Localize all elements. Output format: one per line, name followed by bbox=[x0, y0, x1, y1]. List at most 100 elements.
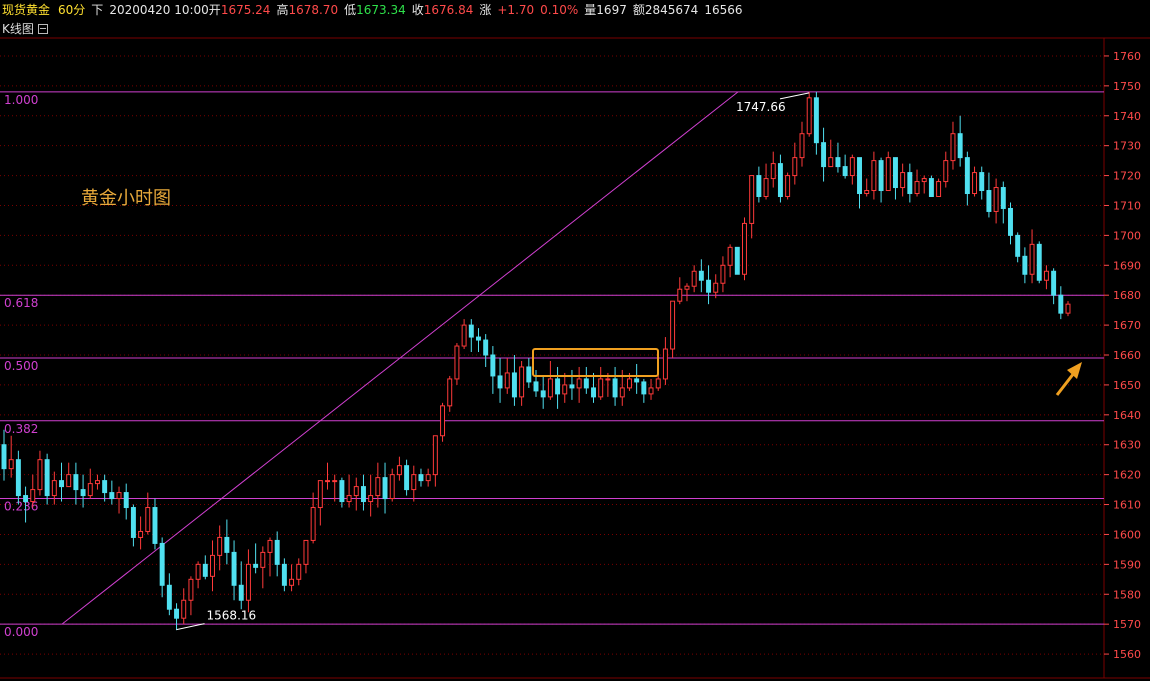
kline-chart[interactable]: 1560 1570 1580 1590 1600 1610 1620 1630 1640 1650… bbox=[0, 0, 1150, 681]
consolidation-box bbox=[532, 348, 659, 377]
candle-body bbox=[468, 324, 474, 338]
candle bbox=[849, 154, 855, 185]
candle bbox=[418, 468, 424, 487]
candle-body bbox=[432, 435, 438, 476]
candle-body bbox=[519, 366, 525, 398]
candle bbox=[468, 319, 474, 353]
candle-body bbox=[1015, 234, 1021, 257]
candle-body bbox=[936, 181, 942, 198]
candle-body bbox=[555, 378, 561, 395]
candle-body bbox=[490, 354, 496, 377]
high-marker-line bbox=[779, 92, 810, 100]
candle bbox=[447, 375, 453, 412]
candle bbox=[231, 540, 237, 601]
candle-body bbox=[152, 507, 158, 544]
candle bbox=[828, 139, 834, 168]
candle-body bbox=[37, 459, 43, 491]
candle bbox=[238, 561, 244, 610]
candle-body bbox=[742, 222, 747, 275]
candle-body bbox=[950, 133, 956, 162]
y-tick-label: 1570 bbox=[1113, 618, 1141, 631]
candle bbox=[267, 537, 273, 577]
candle bbox=[339, 477, 345, 508]
candle-body bbox=[1065, 303, 1071, 314]
candle-body bbox=[8, 459, 14, 470]
candle-body bbox=[116, 492, 122, 500]
fib-level-label: 1.000 bbox=[4, 93, 38, 107]
y-tick-label: 1730 bbox=[1113, 140, 1141, 153]
candle bbox=[734, 246, 740, 275]
candle bbox=[51, 471, 57, 505]
candle bbox=[1015, 232, 1021, 263]
candle bbox=[835, 142, 841, 173]
candle-body bbox=[986, 190, 992, 212]
candle-body bbox=[195, 563, 201, 580]
candle-body bbox=[821, 142, 827, 168]
candle bbox=[964, 151, 970, 206]
candle-body bbox=[1029, 243, 1035, 275]
candle-body bbox=[289, 578, 295, 586]
candle-body bbox=[677, 288, 683, 302]
candle-body bbox=[684, 285, 690, 290]
y-tick-label: 1580 bbox=[1113, 588, 1141, 601]
y-tick-label: 1750 bbox=[1113, 80, 1141, 93]
candle bbox=[404, 459, 410, 496]
candle-body bbox=[756, 175, 762, 198]
candle bbox=[504, 358, 510, 394]
candle-body bbox=[51, 480, 57, 497]
candle bbox=[511, 355, 517, 406]
candle bbox=[799, 121, 805, 167]
candle bbox=[368, 474, 374, 517]
candle bbox=[253, 543, 259, 574]
candle-body bbox=[159, 542, 165, 586]
candle bbox=[461, 319, 467, 350]
candle-body bbox=[73, 474, 79, 491]
candle bbox=[166, 573, 172, 616]
candle bbox=[914, 169, 920, 197]
y-tick-label: 1690 bbox=[1113, 259, 1141, 272]
y-tick-label: 1670 bbox=[1113, 319, 1141, 332]
candle bbox=[526, 358, 532, 388]
candle bbox=[224, 519, 230, 565]
candle bbox=[353, 477, 359, 511]
candle bbox=[742, 217, 747, 281]
candle-body bbox=[511, 372, 517, 398]
candle bbox=[202, 555, 208, 580]
candle bbox=[928, 175, 934, 198]
candle-body bbox=[454, 345, 460, 380]
candle bbox=[662, 337, 668, 385]
y-tick-label: 1700 bbox=[1113, 229, 1141, 242]
y-tick-label: 1660 bbox=[1113, 349, 1141, 362]
candle-body bbox=[23, 495, 29, 503]
candle bbox=[210, 540, 215, 592]
candle bbox=[540, 375, 546, 409]
candle bbox=[720, 256, 726, 293]
candle-body bbox=[792, 157, 798, 177]
candle-body bbox=[972, 172, 978, 195]
candle-body bbox=[648, 387, 654, 395]
candle-body bbox=[425, 474, 431, 482]
candle-body bbox=[777, 163, 783, 198]
candle-body bbox=[921, 178, 927, 183]
candle bbox=[698, 259, 704, 293]
candle bbox=[195, 561, 201, 589]
candle-body bbox=[928, 178, 934, 198]
candle bbox=[245, 549, 251, 613]
candle bbox=[389, 468, 395, 502]
candle-body bbox=[813, 97, 819, 144]
candle-body bbox=[202, 563, 208, 577]
candle bbox=[174, 603, 180, 631]
candle bbox=[181, 588, 187, 625]
candle-body bbox=[80, 489, 86, 497]
candle bbox=[857, 157, 862, 209]
candle-body bbox=[1051, 270, 1057, 296]
candle bbox=[785, 172, 791, 200]
candle-body bbox=[353, 486, 359, 497]
candle-body bbox=[914, 181, 920, 195]
candle-body bbox=[799, 133, 805, 159]
candle-body bbox=[360, 486, 366, 503]
candle bbox=[109, 480, 115, 505]
candle-body bbox=[253, 563, 259, 568]
candle bbox=[806, 91, 812, 137]
candle bbox=[562, 372, 568, 403]
